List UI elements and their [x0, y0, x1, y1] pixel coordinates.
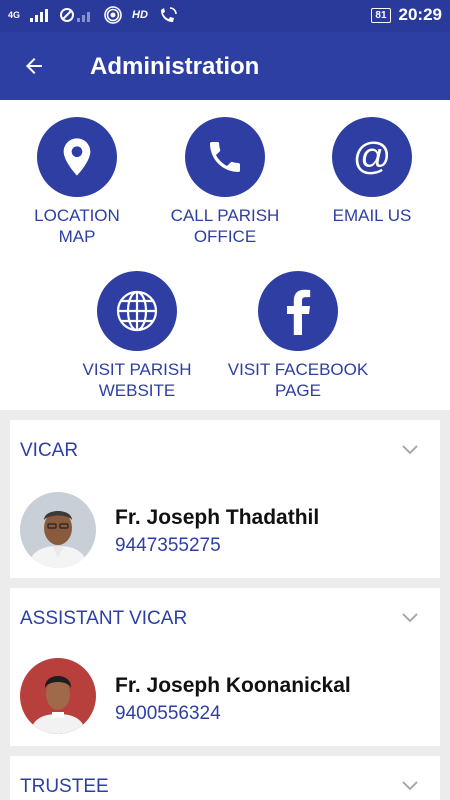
avatar — [20, 492, 96, 568]
network-type: 4G — [8, 10, 21, 20]
chevron-down-icon — [402, 445, 418, 455]
action-label: EMAIL US — [332, 206, 412, 225]
person-name: Fr. Joseph Thadathil — [115, 506, 320, 529]
person-photo — [20, 658, 96, 734]
trustee-section: TRUSTEE — [10, 756, 440, 800]
no-sim-signal-icon — [60, 8, 91, 22]
avatar — [20, 658, 96, 734]
battery-icon: 81 — [371, 7, 391, 23]
hd-indicator: HD — [132, 9, 148, 21]
hotspot-icon — [104, 6, 122, 24]
visit-facebook-page-button[interactable]: VISIT FACEBOOK PAGE — [223, 271, 373, 401]
facebook-icon — [287, 289, 311, 335]
action-label: VISIT PARISH WEBSITE — [82, 360, 192, 400]
action-label: CALL PARISH OFFICE — [170, 206, 280, 246]
globe-icon — [116, 290, 158, 332]
signal-strength-icon — [30, 9, 49, 22]
location-pin-icon — [63, 138, 91, 176]
section-title: ASSISTANT VICAR — [20, 608, 188, 629]
vicar-section: VICAR Fr. Joseph Thadathil 9447355275 — [10, 420, 440, 578]
expand-toggle[interactable] — [402, 442, 418, 460]
back-button[interactable] — [16, 50, 52, 82]
assistant-vicar-section: ASSISTANT VICAR Fr. Joseph Koonanickal 9… — [10, 588, 440, 746]
status-bar-left: 4G HD — [8, 6, 178, 24]
action-label: LOCATION MAP — [34, 206, 120, 246]
chevron-down-icon — [402, 613, 418, 623]
section-title: TRUSTEE — [20, 776, 109, 797]
phone-icon — [210, 142, 240, 172]
quick-actions-panel: LOCATION MAP CALL PARISH OFFICE @ EMAIL … — [0, 100, 450, 410]
svg-text:@: @ — [353, 136, 392, 178]
action-label: VISIT FACEBOOK PAGE — [227, 360, 369, 400]
page-title: Administration — [90, 53, 260, 80]
section-title: VICAR — [20, 440, 79, 461]
at-sign-icon: @ — [353, 136, 392, 178]
status-bar-right: 81 20:29 — [371, 5, 442, 25]
location-map-button[interactable]: LOCATION MAP — [2, 117, 152, 247]
person-photo — [20, 492, 96, 568]
wifi-calling-icon — [160, 7, 177, 22]
expand-toggle[interactable] — [402, 778, 418, 796]
expand-toggle[interactable] — [402, 610, 418, 628]
visit-parish-website-button[interactable]: VISIT PARISH WEBSITE — [62, 271, 212, 401]
email-us-button[interactable]: @ EMAIL US — [297, 117, 447, 226]
call-parish-office-button[interactable]: CALL PARISH OFFICE — [150, 117, 300, 247]
status-bar: 4G HD 81 20:29 — [0, 0, 450, 32]
person-phone[interactable]: 9447355275 — [115, 535, 221, 557]
person-phone[interactable]: 9400556324 — [115, 703, 221, 725]
arrow-back-icon — [26, 58, 42, 74]
app-bar: Administration — [0, 32, 450, 100]
status-time: 20:29 — [398, 5, 442, 24]
chevron-down-icon — [402, 781, 418, 791]
person-name: Fr. Joseph Koonanickal — [115, 674, 351, 697]
